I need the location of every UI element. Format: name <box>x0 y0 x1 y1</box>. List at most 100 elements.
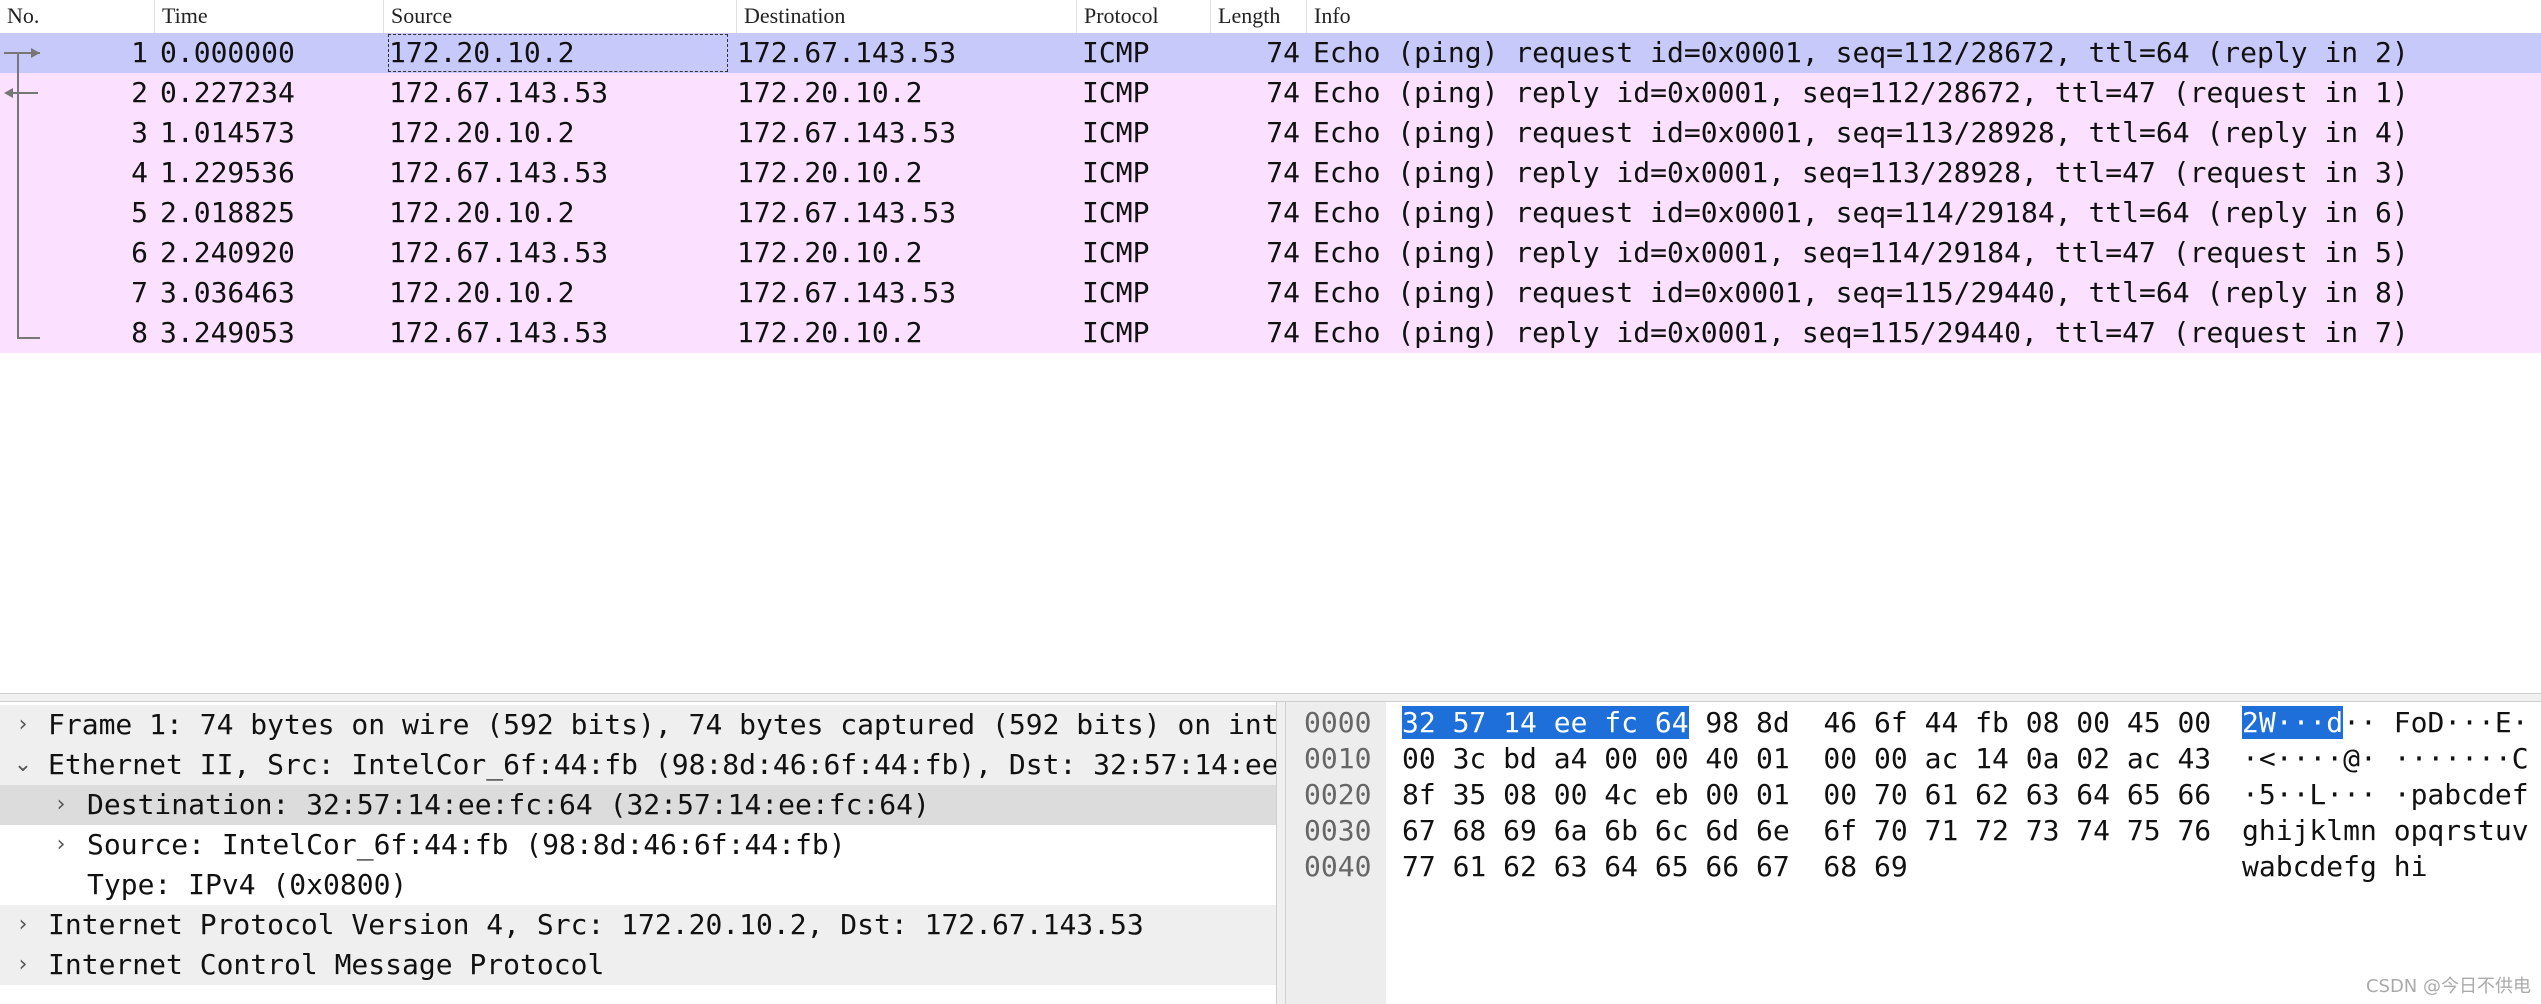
expand-arrow-icon[interactable]: › <box>46 825 76 865</box>
byte-offset: 0030 <box>1304 814 1372 847</box>
byte-offset: 0010 <box>1304 742 1372 775</box>
cell-info: Echo (ping) reply id=0x0001, seq=113/289… <box>1313 156 2409 189</box>
hex-bytes[interactable]: 8f 35 08 00 4c eb 00 01 00 70 61 62 63 6… <box>1402 777 2211 813</box>
cell-source: 172.20.10.2 <box>389 116 575 149</box>
cell-length: 74 <box>1266 36 1300 69</box>
detail-text: Frame 1: 74 bytes on wire (592 bits), 74… <box>48 708 1276 741</box>
detail-text: Internet Protocol Version 4, Src: 172.20… <box>48 908 1144 941</box>
column-header-length[interactable]: Length <box>1211 0 1307 33</box>
cell-destination: 172.20.10.2 <box>737 236 923 269</box>
expand-arrow-icon[interactable]: › <box>8 705 38 745</box>
cell-protocol: ICMP <box>1082 276 1150 309</box>
cell-time: 2.240920 <box>160 236 295 269</box>
cell-source: 172.20.10.2 <box>389 276 575 309</box>
packet-list-header: No. Time Source Destination Protocol Len… <box>0 0 2541 34</box>
expand-arrow-icon[interactable]: › <box>8 945 38 985</box>
cell-source: 172.67.143.53 <box>389 316 609 349</box>
detail-ethernet-type[interactable]: Type: IPv4 (0x0800) <box>0 865 1276 905</box>
cell-length: 74 <box>1266 76 1300 109</box>
column-header-time[interactable]: Time <box>155 0 384 33</box>
hex-rest: 8f 35 08 00 4c eb 00 01 00 70 61 62 63 6… <box>1402 778 2212 811</box>
hex-bytes[interactable]: 32 57 14 ee fc 64 98 8d 46 6f 44 fb 08 0… <box>1402 705 2211 741</box>
packet-row[interactable]: 1 0.000000 172.20.10.2 172.67.143.53 ICMP 74 E… <box>0 33 2541 73</box>
cell-time: 2.018825 <box>160 196 295 229</box>
column-header-protocol[interactable]: Protocol <box>1077 0 1211 33</box>
byte-offset: 0020 <box>1304 778 1372 811</box>
expand-arrow-icon[interactable]: › <box>8 905 38 945</box>
packet-details-pane: › Frame 1: 74 bytes on wire (592 bits), … <box>0 702 1276 1004</box>
cell-info: Echo (ping) request id=0x0001, seq=113/2… <box>1313 116 2409 149</box>
cell-destination: 172.67.143.53 <box>737 196 957 229</box>
hex-bytes[interactable]: 77 61 62 63 64 65 66 67 68 69 <box>1402 849 1908 885</box>
hex-bytes[interactable]: 00 3c bd a4 00 00 40 01 00 00 ac 14 0a 0… <box>1402 741 2211 777</box>
cell-source: 172.67.143.53 <box>389 236 609 269</box>
cell-length: 74 <box>1266 236 1300 269</box>
detail-ethernet-destination[interactable]: › Destination: 32:57:14:ee:fc:64 (32:57:… <box>0 785 1276 825</box>
detail-ipv4[interactable]: › Internet Protocol Version 4, Src: 172.… <box>0 905 1276 945</box>
packet-row[interactable]: 7 3.036463 172.20.10.2 172.67.143.53 ICMP 74 E… <box>0 273 2541 313</box>
hex-rest: 00 3c bd a4 00 00 40 01 00 00 ac 14 0a 0… <box>1402 742 2212 775</box>
conversation-bracket-icon <box>4 48 40 339</box>
cell-protocol: ICMP <box>1082 36 1150 69</box>
packet-bytes-pane: 0000 32 57 14 ee fc 64 98 8d 46 6f 44 fb … <box>1286 702 2541 1004</box>
detail-ethernet-source[interactable]: › Source: IntelCor_6f:44:fb (98:8d:46:6f… <box>0 825 1276 865</box>
cell-info: Echo (ping) request id=0x0001, seq=115/2… <box>1313 276 2409 309</box>
detail-ethernet[interactable]: ⌄ Ethernet II, Src: IntelCor_6f:44:fb (9… <box>0 745 1276 785</box>
cell-time: 0.227234 <box>160 76 295 109</box>
cell-length: 74 <box>1266 196 1300 229</box>
detail-text: Ethernet II, Src: IntelCor_6f:44:fb (98:… <box>48 748 1276 781</box>
expand-arrow-icon[interactable]: › <box>46 785 76 825</box>
detail-text: Type: IPv4 (0x0800) <box>87 868 408 901</box>
cell-source: 172.67.143.53 <box>389 76 609 109</box>
cell-destination: 172.67.143.53 <box>737 36 957 69</box>
column-header-no[interactable]: No. <box>0 0 155 33</box>
cell-time: 0.000000 <box>160 36 295 69</box>
cell-protocol: ICMP <box>1082 116 1150 149</box>
byte-offset: 0000 <box>1304 706 1372 739</box>
collapse-arrow-icon[interactable]: ⌄ <box>8 745 38 785</box>
cell-info: Echo (ping) request id=0x0001, seq=114/2… <box>1313 196 2409 229</box>
packet-row[interactable]: 2 0.227234 172.67.143.53 172.20.10.2 ICMP 74 E… <box>0 73 2541 113</box>
byte-offset: 0040 <box>1304 850 1372 883</box>
ascii-highlight: 2W···d <box>2242 706 2344 739</box>
ascii-rest: wabcdefg hi <box>2242 850 2428 883</box>
packet-row[interactable]: 8 3.249053 172.67.143.53 172.20.10.2 ICMP 74 E… <box>0 313 2541 353</box>
cell-protocol: ICMP <box>1082 196 1150 229</box>
packet-row[interactable]: 6 2.240920 172.67.143.53 172.20.10.2 ICMP 74 E… <box>0 233 2541 273</box>
ascii-bytes[interactable]: ·5··L··· ·pabcdef <box>2242 777 2529 813</box>
cell-destination: 172.67.143.53 <box>737 116 957 149</box>
column-header-info[interactable]: Info <box>1307 0 2541 33</box>
cell-protocol: ICMP <box>1082 76 1150 109</box>
hex-highlight: 32 57 14 ee fc 64 <box>1402 706 1689 739</box>
hex-rest: 67 68 69 6a 6b 6c 6d 6e 6f 70 71 72 73 7… <box>1402 814 2212 847</box>
ascii-bytes[interactable]: ghijklmn opqrstuv <box>2242 813 2529 849</box>
cell-destination: 172.20.10.2 <box>737 156 923 189</box>
column-header-destination[interactable]: Destination <box>737 0 1077 33</box>
horizontal-pane-splitter[interactable] <box>0 693 2541 702</box>
packet-row[interactable]: 5 2.018825 172.20.10.2 172.67.143.53 ICMP 74 E… <box>0 193 2541 233</box>
ascii-bytes[interactable]: wabcdefg hi <box>2242 849 2427 885</box>
column-header-source[interactable]: Source <box>384 0 737 33</box>
packet-row[interactable]: 4 1.229536 172.67.143.53 172.20.10.2 ICMP 74 E… <box>0 153 2541 193</box>
cell-time: 3.036463 <box>160 276 295 309</box>
ascii-rest: ghijklmn opqrstuv <box>2242 814 2529 847</box>
cell-info: Echo (ping) reply id=0x0001, seq=115/294… <box>1313 316 2409 349</box>
ascii-rest: ·<····@· ·······C <box>2242 742 2529 775</box>
cell-protocol: ICMP <box>1082 236 1150 269</box>
vertical-pane-splitter[interactable] <box>1276 702 1286 1004</box>
cell-destination: 172.67.143.53 <box>737 276 957 309</box>
cell-time: 1.229536 <box>160 156 295 189</box>
hex-bytes[interactable]: 67 68 69 6a 6b 6c 6d 6e 6f 70 71 72 73 7… <box>1402 813 2211 849</box>
detail-icmp[interactable]: › Internet Control Message Protocol <box>0 945 1276 985</box>
packet-row[interactable]: 3 1.014573 172.20.10.2 172.67.143.53 ICMP 74 E… <box>0 113 2541 153</box>
ascii-bytes[interactable]: 2W···d·· FoD···E· <box>2242 705 2529 741</box>
cell-time: 1.014573 <box>160 116 295 149</box>
detail-text: Internet Control Message Protocol <box>48 948 605 981</box>
detail-text: Source: IntelCor_6f:44:fb (98:8d:46:6f:4… <box>87 828 846 861</box>
ascii-bytes[interactable]: ·<····@· ·······C <box>2242 741 2529 777</box>
packet-list-pane: No. Time Source Destination Protocol Len… <box>0 0 2541 693</box>
cell-source: 172.20.10.2 <box>387 33 729 73</box>
ascii-rest: ·5··L··· ·pabcdef <box>2242 778 2529 811</box>
cell-length: 74 <box>1266 116 1300 149</box>
detail-frame[interactable]: › Frame 1: 74 bytes on wire (592 bits), … <box>0 705 1276 745</box>
